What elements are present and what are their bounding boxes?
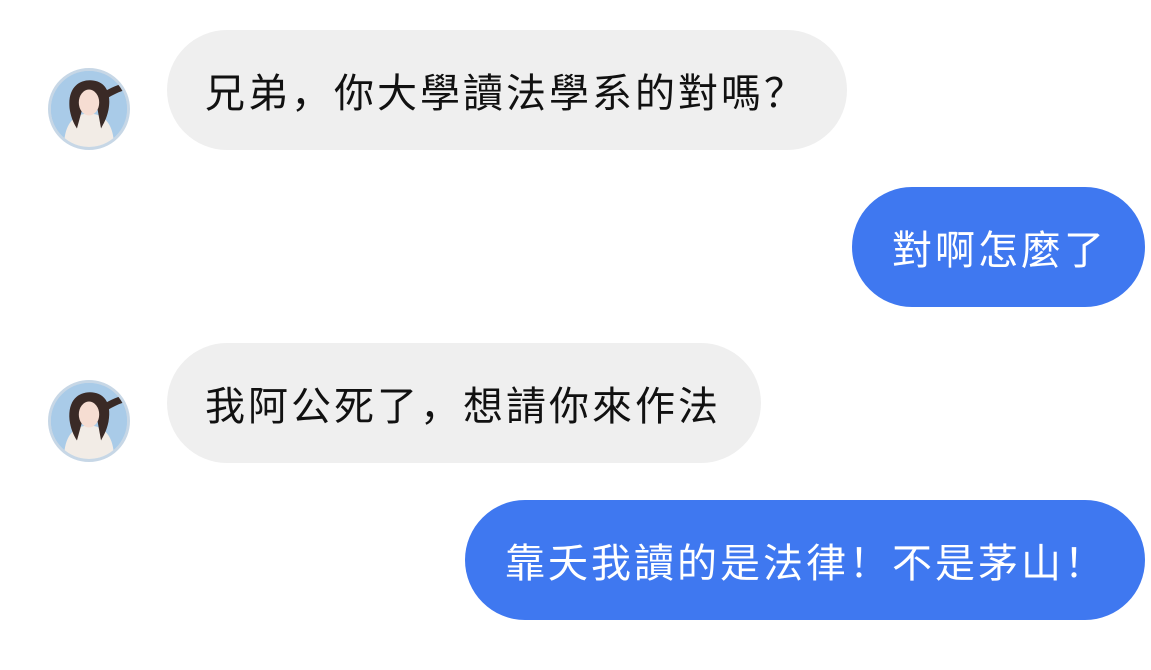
message-text: 靠夭我讀的是法律！不是茅山！ [505, 541, 1107, 587]
message-bubble-incoming[interactable]: 兄弟，你大學讀法學系的對嗎？ [167, 30, 847, 150]
contact-avatar[interactable] [48, 380, 130, 462]
message-bubble-outgoing[interactable]: 對啊怎麼了 [852, 187, 1145, 307]
avatar-photo-icon [51, 383, 127, 459]
message-text: 兄弟，你大學讀法學系的對嗎？ [205, 71, 807, 117]
avatar-photo-icon [51, 71, 127, 147]
message-bubble-outgoing[interactable]: 靠夭我讀的是法律！不是茅山！ [465, 500, 1145, 620]
contact-avatar[interactable] [48, 68, 130, 150]
message-text: 對啊怎麼了 [892, 228, 1107, 274]
message-text: 我阿公死了，想請你來作法 [205, 384, 721, 430]
message-bubble-incoming[interactable]: 我阿公死了，想請你來作法 [167, 343, 761, 463]
